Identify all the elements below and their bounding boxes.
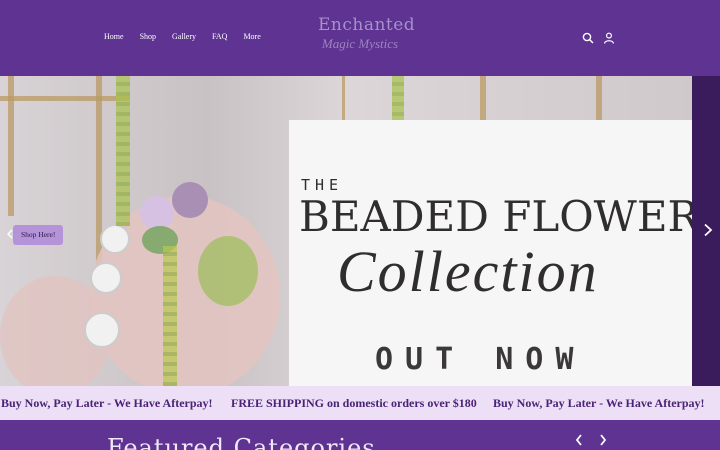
- nav-faq[interactable]: FAQ: [212, 32, 227, 41]
- marquee-item: FREE SHIPPING on domestic orders over $1…: [231, 396, 477, 410]
- hero-announcement-card: THE BEADED FLOWER Collection OUT NOW: [289, 120, 699, 386]
- nav-home[interactable]: Home: [104, 32, 124, 41]
- featured-section: Featured Categories: [0, 420, 720, 450]
- main-nav: Home Shop Gallery FAQ More: [104, 32, 277, 41]
- hero-tagline: OUT NOW: [375, 342, 586, 377]
- nav-shop[interactable]: Shop: [140, 32, 156, 41]
- promo-marquee: Buy Now, Pay Later - We Have Afterpay! F…: [0, 386, 720, 420]
- nav-gallery[interactable]: Gallery: [172, 32, 196, 41]
- site-logo[interactable]: Enchanted Magic Mystics: [318, 14, 416, 64]
- chevron-right-icon[interactable]: [702, 223, 714, 237]
- site-header: Home Shop Gallery FAQ More Enchanted Mag…: [0, 0, 720, 76]
- marquee-item: Buy Now, Pay Later - We Have Afterpay!: [1, 396, 213, 410]
- shop-here-button[interactable]: Shop Here!: [13, 225, 64, 245]
- search-icon[interactable]: [582, 31, 594, 44]
- hero-slider: THE BEADED FLOWER Collection OUT NOW Sho…: [0, 76, 720, 386]
- hero-headline: BEADED FLOWER: [299, 192, 700, 241]
- logo-line2: Magic Mystics: [321, 36, 399, 51]
- user-icon[interactable]: [603, 31, 615, 44]
- featured-title: Featured Categories: [107, 434, 376, 450]
- logo-line1: Enchanted: [318, 15, 416, 35]
- hero-script: Collection: [337, 239, 599, 304]
- nav-more[interactable]: More: [243, 32, 260, 41]
- marquee-item: Buy Now, Pay Later - We Have Afterpay!: [493, 396, 705, 410]
- chevron-left-icon[interactable]: [574, 433, 584, 447]
- chevron-right-icon[interactable]: [598, 433, 608, 447]
- header-icons: [582, 31, 615, 44]
